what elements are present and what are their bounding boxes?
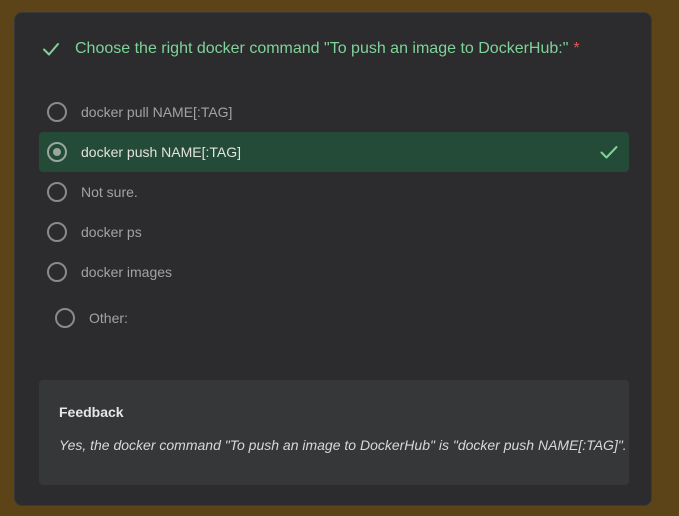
feedback-panel: Feedback Yes, the docker command "To pus…: [39, 380, 629, 485]
correct-check-icon: [599, 142, 619, 162]
radio-button[interactable]: [47, 102, 67, 122]
radio-button-selected[interactable]: [47, 142, 67, 162]
radio-button[interactable]: [47, 182, 67, 202]
feedback-text: Yes, the docker command "To push an imag…: [59, 437, 627, 453]
radio-button[interactable]: [55, 308, 75, 328]
feedback-heading: Feedback: [59, 404, 124, 420]
question-card: Choose the right docker command "To push…: [14, 12, 652, 506]
radio-dot: [53, 148, 61, 156]
option-label: Other:: [89, 310, 128, 326]
option-label: Not sure.: [81, 184, 138, 200]
required-asterisk: *: [573, 40, 580, 57]
option-docker-push[interactable]: docker push NAME[:TAG]: [39, 132, 629, 172]
option-label: docker ps: [81, 224, 142, 240]
question-title: Choose the right docker command "To push…: [75, 40, 569, 57]
option-docker-images[interactable]: docker images: [39, 252, 629, 292]
radio-button[interactable]: [47, 262, 67, 282]
option-other[interactable]: Other:: [47, 298, 637, 338]
option-docker-pull[interactable]: docker pull NAME[:TAG]: [39, 92, 629, 132]
option-not-sure[interactable]: Not sure.: [39, 172, 629, 212]
option-docker-ps[interactable]: docker ps: [39, 212, 629, 252]
option-label: docker pull NAME[:TAG]: [81, 104, 233, 120]
option-label: docker push NAME[:TAG]: [81, 144, 242, 160]
check-icon: [41, 39, 61, 59]
radio-button[interactable]: [47, 222, 67, 242]
question-header: Choose the right docker command "To push…: [41, 39, 580, 59]
option-label: docker images: [81, 264, 173, 280]
